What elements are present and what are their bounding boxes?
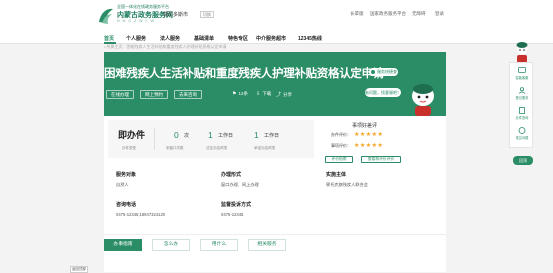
elder-mode-link[interactable]: 长辈版 <box>350 11 364 17</box>
stats-box: 即办件 办件类型 0 次 到窗口次数 1 工作日 法定办结时限 1 工作日 承诺… <box>108 120 314 158</box>
field-label: 监督投诉方式 <box>221 202 252 208</box>
share-icon: ⤴ <box>276 92 282 98</box>
view-rating-button[interactable]: 查看和评价评价 <box>361 156 401 163</box>
back-to-top-button[interactable]: 回顶 <box>513 156 533 165</box>
sidebar-item-service[interactable]: 智能客服 <box>510 67 534 80</box>
badge-label: 服务快捷查询 <box>377 69 397 82</box>
nav-special[interactable]: 特色专区 <box>228 35 248 42</box>
document-icon <box>519 107 525 114</box>
legal-unit: 工作日 <box>218 133 234 139</box>
location-icon <box>371 70 375 74</box>
page-title: 困难残疾人生活补贴和重度残疾人护理补贴资格认定申请 <box>104 66 384 80</box>
flag-icon: ⚑ <box>232 91 237 97</box>
star-rating[interactable]: ★★★★★ <box>354 132 383 138</box>
login-link[interactable]: 登录 <box>435 11 444 17</box>
online-apply-button[interactable]: 在线办理 <box>106 90 134 99</box>
field-value: 窗口办理、网上办理 <box>221 182 259 187</box>
nav-home[interactable]: 首页 <box>104 35 114 42</box>
national-platform-link[interactable]: 国家政务服务平台 <box>370 11 406 17</box>
stat-download[interactable]: ⇩ 下载 <box>256 91 271 97</box>
top-header: 全国一体化在线政务服务平台 内蒙古政务服务网 N M G Z W F W 鄂尔多… <box>0 0 553 34</box>
field-value: 自然人 <box>116 182 129 187</box>
rating-row: 事项评价： ★★★★★ <box>331 143 384 149</box>
rating-row: 办件评价： ★★★★★ <box>331 132 384 138</box>
legal-label: 法定办结时限 <box>206 146 227 150</box>
nav-basic-list[interactable]: 基础清单 <box>194 35 214 42</box>
download-icon: ⇩ <box>256 91 261 97</box>
promise-label: 承诺办结时限 <box>254 146 275 150</box>
online-reservation-button[interactable]: 网上预约 <box>140 90 168 99</box>
stat-flag[interactable]: ⚑ 12条 <box>232 91 248 97</box>
tab-guide[interactable]: 办事指南 <box>104 239 142 251</box>
user-icon <box>518 87 526 94</box>
promise-unit: 工作日 <box>264 133 280 139</box>
nav-legal[interactable]: 法人服务 <box>160 35 180 42</box>
consult-button[interactable]: 去来咨询 <box>174 90 202 99</box>
field-label: 实施主体 <box>326 172 347 178</box>
breadcrumb: • 所属主页：困难残疾人生活补贴和重度残疾人护理补贴资格认定申请 <box>104 44 227 49</box>
assistant-mascot-icon[interactable] <box>514 40 530 64</box>
visit-unit: 次 <box>184 133 190 139</box>
legal-limit: 1 <box>208 130 213 140</box>
question-icon <box>518 127 526 134</box>
item-type: 即办件 <box>118 130 146 140</box>
tab-how[interactable]: 怎么办 <box>152 239 190 251</box>
promise-limit: 1 <box>254 130 259 140</box>
item-type-label: 办件类型 <box>122 146 136 150</box>
floating-sidebar: 智能客服 登记服务 办件查询 常见问题 <box>509 62 533 148</box>
main-nav: 首页 个人服务 法人服务 基础清单 特色专区 中介服务超市 12345热线 <box>0 34 553 44</box>
region-label: 鄂尔多斯市 <box>163 12 189 18</box>
nav-agency-market[interactable]: 中介服务超市 <box>256 35 286 42</box>
field-value: 鄂托克旗残疾人联合会 <box>326 182 368 187</box>
star-rating[interactable]: ★★★★★ <box>354 143 383 149</box>
sidebar-item-faq[interactable]: 常见问题 <box>510 127 534 140</box>
guide-tabs: 办事指南 怎么办 用什么 相关服务 <box>104 234 446 272</box>
stat-share[interactable]: ⤴ 分享 <box>276 91 292 98</box>
tab-related[interactable]: 相关服务 <box>248 239 286 251</box>
field-label: 咨询电话 <box>116 202 137 208</box>
region-switch[interactable]: 切换 <box>200 11 214 18</box>
visit-label: 到窗口次数 <box>166 146 184 150</box>
field-value: 0475-12345 <box>221 212 244 217</box>
sidebar-item-query[interactable]: 办件查询 <box>510 107 534 120</box>
field-label: 服务对象 <box>116 172 137 178</box>
logo-subtitle: N M G Z W F W <box>117 19 155 23</box>
accessibility-link[interactable]: 无障碍 <box>412 11 426 17</box>
mascot-icon[interactable] <box>404 78 442 116</box>
support-bubble[interactable]: 有问题，找客服吧！ <box>365 88 401 97</box>
field-label: 办理形式 <box>221 172 242 178</box>
divider <box>154 128 155 150</box>
nav-hotline[interactable]: 12345热线 <box>298 35 322 42</box>
sidebar-item-register[interactable]: 登记服务 <box>510 87 534 100</box>
field-value: 0475-12345;18947324120 <box>116 212 166 217</box>
service-hero: 困难残疾人生活补贴和重度残疾人护理补贴资格认定申请 服务快捷查询 在线办理 网上… <box>104 52 446 116</box>
site-logo[interactable] <box>97 6 115 26</box>
nav-personal[interactable]: 个人服务 <box>126 35 146 42</box>
rating-title: 事项好差评 <box>352 123 378 129</box>
rating-guide-button[interactable]: 评价指南 <box>325 156 353 163</box>
info-card: 即办件 办件类型 0 次 到窗口次数 1 工作日 法定办结时限 1 工作日 承诺… <box>104 116 446 234</box>
quick-query-badge[interactable]: 服务快捷查询 <box>369 68 398 82</box>
tab-materials[interactable]: 用什么 <box>200 239 238 251</box>
visit-count: 0 <box>174 130 179 140</box>
chat-icon <box>518 67 526 73</box>
